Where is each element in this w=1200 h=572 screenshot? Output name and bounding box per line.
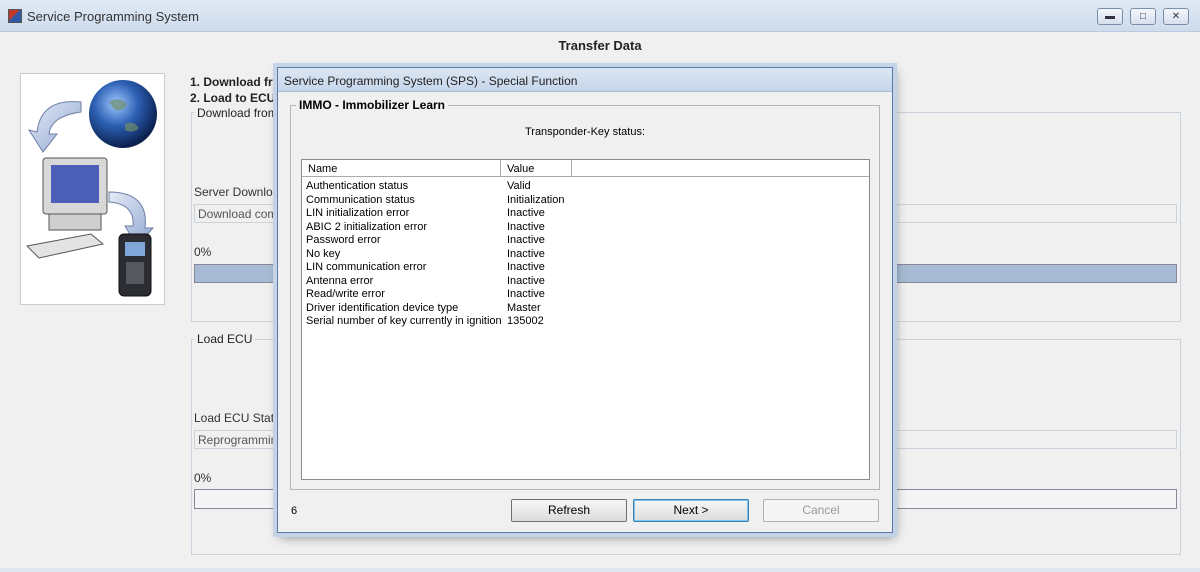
transponder-status-label: Transponder-Key status: xyxy=(524,126,646,138)
table-row[interactable]: Antenna error Inactive xyxy=(302,275,869,289)
dialog-titlebar[interactable]: Service Programming System (SPS) - Speci… xyxy=(278,68,892,92)
maximize-button[interactable]: □ xyxy=(1130,8,1156,25)
step-counter: 6 xyxy=(291,505,298,517)
table-row[interactable]: Communication status Initialization xyxy=(302,194,869,208)
special-function-dialog: Service Programming System (SPS) - Speci… xyxy=(277,67,893,533)
row-value-cell: Inactive xyxy=(507,261,545,273)
table-row[interactable]: Read/write error Inactive xyxy=(302,288,869,302)
load-progress-text: 0% xyxy=(194,471,212,485)
row-name-cell: LIN communication error xyxy=(306,261,427,273)
listview-header: Name Value xyxy=(302,160,869,177)
step-load: 2. Load to ECU xyxy=(190,91,276,105)
row-value-cell: Inactive xyxy=(507,207,545,219)
row-name-cell: Serial number of key currently in igniti… xyxy=(306,315,502,327)
row-name-cell: ABIC 2 initialization error xyxy=(306,220,428,233)
row-value-cell: Valid xyxy=(507,180,531,192)
row-name-cell: No key xyxy=(306,247,341,260)
download-arrow-icon xyxy=(27,101,82,153)
dialog-title: Service Programming System (SPS) - Speci… xyxy=(284,74,578,88)
table-row[interactable]: Password error Inactive xyxy=(302,234,869,248)
load-ecu-group-title: Load ECU xyxy=(194,332,256,346)
load-ecu-status-label: Load ECU Statu xyxy=(194,411,281,425)
row-name-cell: Password error xyxy=(306,234,381,246)
row-name-cell: LIN initialization error xyxy=(306,207,410,219)
window-bottom-edge xyxy=(0,568,1200,572)
next-button[interactable]: Next > xyxy=(633,499,749,522)
window-titlebar: Service Programming System ▬ □ ✕ xyxy=(0,0,1200,32)
cancel-button[interactable]: Cancel xyxy=(763,499,879,522)
row-value-cell: Inactive xyxy=(507,234,545,246)
transfer-illustration xyxy=(20,73,165,305)
row-name-cell: Authentication status xyxy=(306,180,409,192)
server-download-label: Server Downloa xyxy=(194,185,280,199)
row-value-cell: Master xyxy=(507,301,541,314)
row-name-cell: Communication status xyxy=(306,193,415,206)
status-listview[interactable]: Name Value Authentication status Valid Com… xyxy=(301,159,870,480)
table-row[interactable]: LIN initialization error Inactive xyxy=(302,207,869,221)
download-progress-text: 0% xyxy=(194,245,212,259)
row-value-cell: 135002 xyxy=(507,315,544,327)
window-title: Service Programming System xyxy=(27,9,199,24)
row-value-cell: Inactive xyxy=(507,220,545,233)
row-name-cell: Read/write error xyxy=(306,288,385,300)
table-row[interactable]: Serial number of key currently in igniti… xyxy=(302,315,869,329)
table-row[interactable]: Driver identification device type Master xyxy=(302,302,869,316)
table-row[interactable]: Authentication status Valid xyxy=(302,180,869,194)
column-header-value[interactable]: Value xyxy=(501,160,572,177)
table-row[interactable]: ABIC 2 initialization error Inactive xyxy=(302,221,869,235)
globe-icon xyxy=(89,80,157,148)
page-title: Transfer Data xyxy=(558,38,642,53)
minimize-button[interactable]: ▬ xyxy=(1097,8,1123,25)
row-name-cell: Antenna error xyxy=(306,274,374,287)
download-group-title: Download from xyxy=(194,106,281,120)
column-header-name[interactable]: Name xyxy=(302,160,501,177)
table-row[interactable]: No key Inactive xyxy=(302,248,869,262)
row-value-cell: Initialization xyxy=(507,193,565,206)
row-value-cell: Inactive xyxy=(507,288,545,300)
row-name-cell: Driver identification device type xyxy=(306,301,459,314)
table-row[interactable]: LIN communication error Inactive xyxy=(302,261,869,275)
close-button[interactable]: ✕ xyxy=(1163,8,1189,25)
sps-app-icon xyxy=(8,9,22,23)
row-value-cell: Inactive xyxy=(507,274,545,287)
immo-group-title: IMMO - Immobilizer Learn xyxy=(296,98,449,112)
row-value-cell: Inactive xyxy=(507,247,545,260)
step-download: 1. Download fro xyxy=(190,75,280,89)
refresh-button[interactable]: Refresh xyxy=(511,499,627,522)
